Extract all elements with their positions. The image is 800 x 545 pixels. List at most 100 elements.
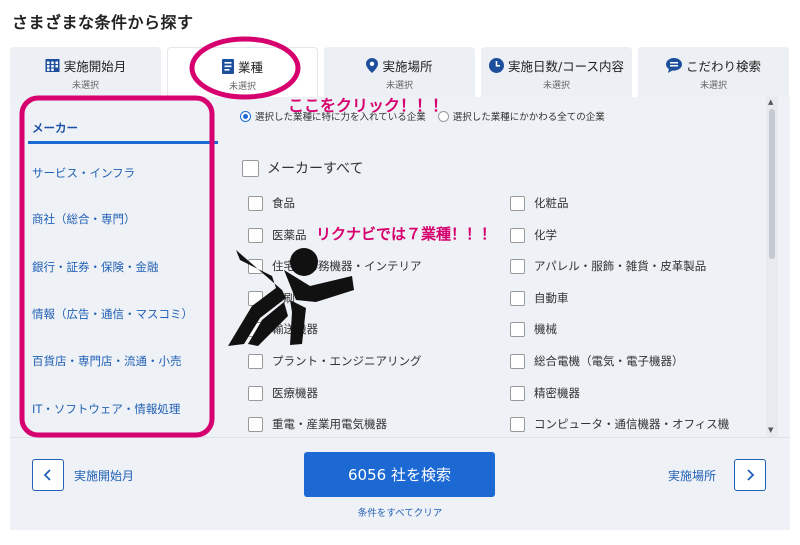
checkbox-label: 自動車 — [534, 291, 569, 305]
checkbox — [248, 385, 263, 401]
sidebar-item-retail[interactable]: 百貨店・専門店・流通・小売 — [32, 353, 182, 369]
checkbox-label: 総合電機（電気・電子機器） — [534, 354, 684, 368]
checkbox — [510, 353, 525, 369]
industry-checkbox[interactable]: コンピュータ・通信機器・オフィス機 — [510, 416, 729, 432]
checkbox-label: 機械 — [534, 322, 557, 336]
sidebar-item-media[interactable]: 情報（広告・通信・マスコミ） — [32, 306, 193, 322]
options-scrollbar[interactable]: ▲ ▼ — [766, 97, 778, 437]
footer-bar: 実施開始月 6056 社を検索 条件をすべてクリア 実施場所 — [10, 437, 790, 530]
page-title: さまざまな条件から探す — [12, 13, 194, 32]
checkbox — [248, 195, 263, 211]
checkbox-label: プラント・エンジニアリング — [272, 354, 422, 368]
annotation-seven-industries: リクナビでは７業種！！！ — [316, 225, 497, 243]
checkbox-label: 住宅・事務機器・インテリア — [272, 259, 422, 273]
checkbox-label: 医薬品 — [272, 228, 307, 242]
industry-checkbox[interactable]: 医療機器 — [248, 385, 318, 401]
sidebar-item-maker[interactable]: メーカー — [32, 120, 78, 136]
industry-checkbox[interactable]: 印刷 — [248, 290, 295, 306]
industry-checkbox[interactable]: アパレル・服飾・雑貨・皮革製品 — [510, 258, 706, 274]
checkbox-label: メーカーすべて — [267, 161, 364, 177]
radio-all-companies[interactable]: 選択した業種にかかわる全ての企業 — [437, 109, 605, 123]
select-all-maker-checkbox[interactable]: メーカーすべて — [242, 158, 363, 178]
sidebar-item-it[interactable]: IT・ソフトウェア・情報処理 — [32, 401, 180, 417]
industry-checkbox[interactable]: プラント・エンジニアリング — [248, 353, 422, 369]
industry-checkbox[interactable]: 医薬品 — [248, 227, 307, 243]
location-pin-icon — [366, 58, 379, 73]
tab-label: 業種 — [237, 60, 263, 75]
industry-checkbox[interactable]: 輸送機器 — [248, 321, 318, 337]
checkbox — [510, 290, 525, 306]
industry-category-sidebar: メーカー サービス・インフラ 商社（総合・専門） 銀行・証券・保険・金融 情報（… — [20, 97, 218, 437]
chevron-right-icon — [745, 466, 755, 485]
radio-indicator — [240, 110, 251, 122]
prev-tab-button[interactable] — [32, 459, 64, 491]
checkbox-label: 精密機器 — [534, 386, 580, 400]
tab-status: 未選択 — [385, 81, 413, 91]
tab-label: 実施開始月 — [63, 59, 127, 74]
clear-label[interactable]: 条件をすべてクリア — [358, 508, 442, 519]
industry-checkbox[interactable]: 化学 — [510, 227, 557, 243]
checkbox — [510, 227, 525, 243]
checkbox — [510, 321, 525, 337]
tab-status: 未選択 — [71, 81, 99, 91]
sidebar-item-finance[interactable]: 銀行・証券・保険・金融 — [32, 259, 159, 275]
clock-icon — [488, 58, 504, 73]
chevron-left-icon — [43, 466, 53, 485]
checkbox-label: コンピュータ・通信機器・オフィス機 — [534, 417, 730, 431]
checkbox — [510, 385, 525, 401]
industry-checkbox[interactable]: 住宅・事務機器・インテリア — [248, 258, 422, 274]
industry-checkbox[interactable]: 総合電機（電気・電子機器） — [510, 353, 684, 369]
checkbox-label: 重電・産業用電気機器 — [272, 417, 387, 431]
industry-checkbox[interactable]: 自動車 — [510, 290, 569, 306]
checkbox — [248, 290, 263, 306]
scroll-up-icon[interactable]: ▲ — [768, 98, 773, 106]
tab-status: 未選択 — [228, 82, 256, 92]
industry-checkbox[interactable]: 食品 — [248, 195, 295, 211]
checkbox — [510, 258, 525, 274]
calendar-icon — [45, 58, 60, 73]
checkbox — [248, 321, 263, 337]
search-button[interactable]: 6056 社を検索 — [304, 452, 495, 497]
checkbox — [248, 416, 263, 432]
checkbox — [248, 353, 263, 369]
active-category-underline — [28, 141, 218, 144]
annotation-click-here: ここをクリック！！！ — [288, 96, 449, 115]
industry-checkbox[interactable]: 化粧品 — [510, 195, 569, 211]
clear-conditions-link[interactable]: 条件をすべてクリア — [10, 505, 790, 519]
radio-label: 選択した業種にかかわる全ての企業 — [452, 112, 605, 123]
tab-status: 未選択 — [699, 81, 727, 91]
checkbox-label: 化学 — [534, 228, 557, 242]
tab-label: 実施場所 — [382, 59, 433, 74]
checkbox-label: 医療機器 — [272, 386, 318, 400]
chat-bubble-icon — [665, 58, 682, 73]
checkbox — [248, 227, 263, 243]
next-tab-label[interactable]: 実施場所 — [668, 467, 716, 484]
industry-checkbox[interactable]: 機械 — [510, 321, 557, 337]
scroll-thumb[interactable] — [769, 109, 775, 259]
condition-tabs: 実施開始月 未選択 業種 未選択 実施場所 未選択 実施日数/コース内容 未選択 — [10, 47, 790, 98]
tab-location[interactable]: 実施場所 未選択 — [324, 47, 475, 97]
checkbox — [242, 159, 259, 177]
tab-start-month[interactable]: 実施開始月 未選択 — [10, 47, 161, 97]
checkbox-label: 食品 — [272, 196, 295, 210]
industry-checkbox[interactable]: 精密機器 — [510, 385, 580, 401]
checkbox-label: 印刷 — [272, 291, 295, 305]
checkbox-label: 輸送機器 — [272, 322, 318, 336]
tab-label: 実施日数/コース内容 — [507, 59, 625, 74]
next-tab-button[interactable] — [734, 459, 766, 491]
checkbox — [510, 416, 525, 432]
scroll-down-icon[interactable]: ▼ — [768, 426, 773, 434]
document-icon — [221, 59, 234, 74]
prev-tab-label[interactable]: 実施開始月 — [74, 467, 134, 484]
industry-checkbox[interactable]: 重電・産業用電気機器 — [248, 416, 387, 432]
tab-duration-course[interactable]: 実施日数/コース内容 未選択 — [481, 47, 632, 97]
checkbox — [510, 195, 525, 211]
checkbox-label: アパレル・服飾・雑貨・皮革製品 — [534, 259, 707, 273]
sidebar-item-service-infra[interactable]: サービス・インフラ — [32, 165, 135, 181]
tab-status: 未選択 — [542, 81, 570, 91]
tab-particular-search[interactable]: こだわり検索 未選択 — [638, 47, 789, 97]
sidebar-item-trading[interactable]: 商社（総合・専門） — [32, 211, 136, 227]
industry-options: 選択した業種に特に力を入れている企業 選択した業種にかかわる全ての企業 メーカー… — [230, 97, 778, 437]
tab-industry[interactable]: 業種 未選択 — [167, 47, 318, 98]
tab-label: こだわり検索 — [685, 59, 761, 74]
